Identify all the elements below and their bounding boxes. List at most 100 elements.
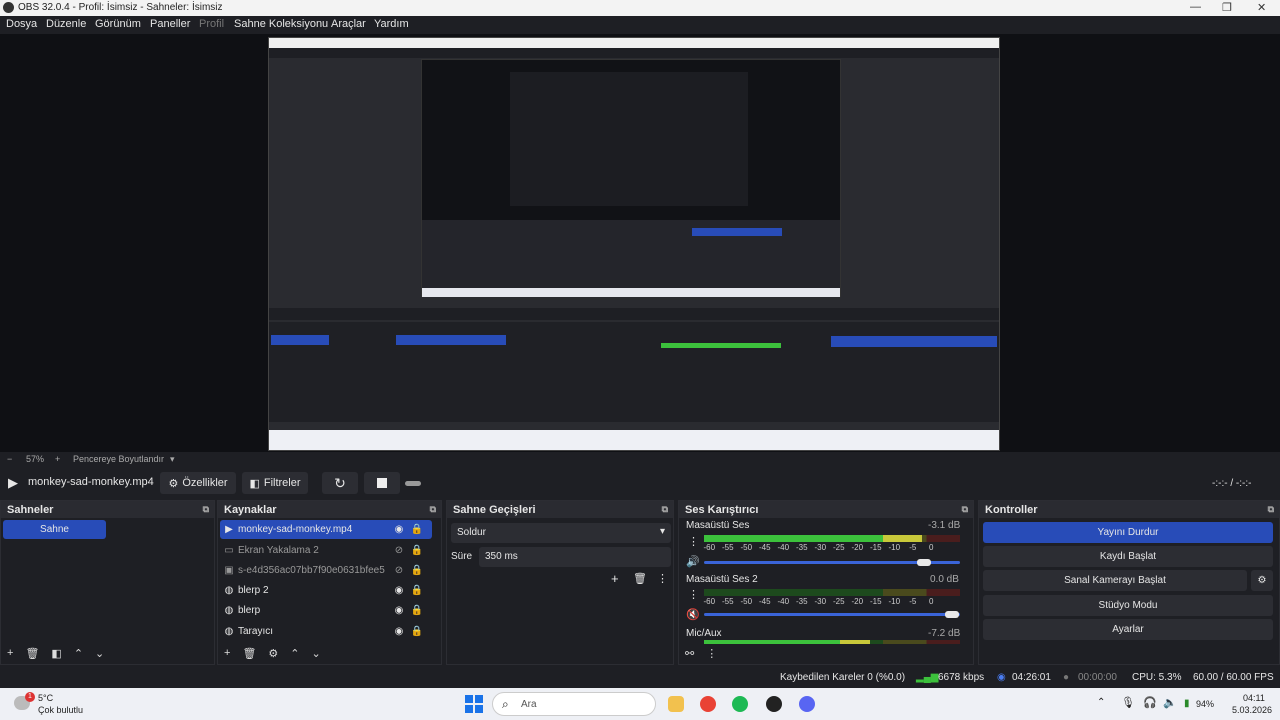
- duration-input[interactable]: 350 ms: [479, 547, 671, 567]
- properties-button[interactable]: ⚙ Özellikler: [160, 472, 236, 494]
- lock-icon[interactable]: 🔒: [408, 565, 426, 576]
- mic-icon[interactable]: 🎙: [1121, 696, 1135, 709]
- file-explorer-icon[interactable]: [668, 696, 684, 712]
- minimize-icon[interactable]: —: [1190, 1, 1201, 13]
- menu-dosya[interactable]: Dosya: [6, 18, 37, 30]
- scene-item[interactable]: Sahne: [3, 520, 106, 539]
- clock-date[interactable]: 5.03.2026: [1232, 705, 1272, 715]
- menu-paneller[interactable]: Paneller: [150, 18, 190, 30]
- chevron-down-icon[interactable]: ⌄: [312, 647, 321, 660]
- volume-slider[interactable]: [704, 611, 960, 618]
- menu-yardim[interactable]: Yardım: [374, 18, 409, 30]
- muted-icon[interactable]: 🔇: [686, 608, 700, 621]
- search-box[interactable]: ⌕ Ara: [492, 692, 656, 716]
- source-row[interactable]: ▶ monkey-sad-monkey.mp4 ◉ 🔒: [220, 520, 432, 539]
- popout-icon[interactable]: ⧉: [203, 504, 209, 515]
- chevron-up-icon[interactable]: ⌃: [1097, 697, 1105, 708]
- chevron-down-icon[interactable]: ▾: [170, 454, 175, 465]
- popout-icon[interactable]: ⧉: [962, 504, 968, 515]
- link-icon[interactable]: ⚯: [685, 647, 694, 660]
- battery-icon: ▮: [1184, 698, 1190, 709]
- volume-icon[interactable]: 🔊: [686, 555, 700, 568]
- spotify-icon[interactable]: [732, 696, 748, 712]
- trash-icon[interactable]: 🗑: [633, 572, 647, 585]
- zoom-mode-select[interactable]: Pencereye Boyutlandır: [73, 454, 164, 464]
- channel-name: Mic/Aux: [686, 628, 722, 639]
- stop-button[interactable]: [364, 472, 400, 494]
- scale-tick: -10: [888, 597, 901, 606]
- virtual-camera-settings-button[interactable]: ⚙: [1251, 570, 1273, 591]
- studio-mode-button[interactable]: Stüdyo Modu: [983, 595, 1273, 616]
- source-row[interactable]: ◍ blerp 2 ◉ 🔒: [220, 581, 432, 600]
- restart-button[interactable]: ↻: [322, 472, 358, 494]
- volume-knob[interactable]: [945, 611, 960, 618]
- filter-icon[interactable]: ◧: [51, 647, 61, 660]
- gear-icon[interactable]: ⚙: [268, 647, 278, 660]
- start-virtual-camera-button[interactable]: Sanal Kamerayı Başlat: [983, 570, 1247, 591]
- chevron-down-icon[interactable]: ⌄: [95, 647, 104, 660]
- source-row[interactable]: ▭ Ekran Yakalama 2 ⊘ 🔒: [220, 541, 432, 560]
- close-icon[interactable]: ✕: [1257, 1, 1266, 14]
- trash-icon[interactable]: 🗑: [242, 647, 256, 660]
- eye-icon[interactable]: ◉: [390, 524, 408, 535]
- volume-knob[interactable]: [917, 559, 932, 566]
- eye-off-icon[interactable]: ⊘: [390, 565, 408, 576]
- discord-icon[interactable]: [799, 696, 815, 712]
- sources-footer: + 🗑 ⚙ ⌃ ⌄: [224, 647, 321, 660]
- lock-icon[interactable]: 🔒: [408, 545, 426, 556]
- more-icon[interactable]: ⋮: [706, 647, 717, 660]
- meter-fill: [704, 640, 871, 644]
- eye-icon[interactable]: ◉: [390, 585, 408, 596]
- menu-duzenle[interactable]: Düzenle: [46, 18, 86, 30]
- eye-icon[interactable]: ◉: [390, 605, 408, 616]
- add-icon[interactable]: +: [7, 647, 13, 660]
- more-icon[interactable]: ⋮: [688, 588, 699, 601]
- chevron-up-icon[interactable]: ⌃: [74, 647, 83, 660]
- chrome-icon[interactable]: [700, 696, 716, 712]
- play-icon[interactable]: ▶: [8, 475, 18, 491]
- speaker-icon[interactable]: 🔈: [1163, 696, 1177, 709]
- lock-icon[interactable]: 🔒: [408, 585, 426, 596]
- add-icon[interactable]: +: [611, 571, 619, 586]
- menu-profil[interactable]: Profil: [199, 18, 224, 30]
- windows-start-icon[interactable]: [465, 695, 483, 713]
- maximize-icon[interactable]: ❐: [1222, 1, 1232, 14]
- stop-streaming-button[interactable]: Yayını Durdur: [983, 522, 1273, 543]
- lock-icon[interactable]: 🔒: [408, 626, 426, 637]
- volume-slider[interactable]: [704, 559, 960, 566]
- headset-icon[interactable]: 🎧: [1143, 696, 1157, 709]
- popout-icon[interactable]: ⧉: [662, 504, 668, 515]
- notification-badge: 1: [25, 692, 35, 702]
- add-icon[interactable]: +: [224, 647, 230, 660]
- transition-select[interactable]: Soldur ▾: [451, 523, 671, 543]
- zoom-out-button[interactable]: −: [7, 454, 12, 464]
- popout-icon[interactable]: ⧉: [1268, 504, 1274, 515]
- start-recording-button[interactable]: Kaydı Başlat: [983, 546, 1273, 567]
- scale-tick: -35: [795, 597, 808, 606]
- trash-icon[interactable]: 🗑: [25, 647, 39, 660]
- popout-icon[interactable]: ⧉: [430, 504, 436, 515]
- chevron-up-icon[interactable]: ⌃: [290, 647, 299, 660]
- eye-off-icon[interactable]: ⊘: [390, 545, 408, 556]
- filter-icon: ◧: [249, 477, 260, 490]
- source-row[interactable]: ◍ blerp ◉ 🔒: [220, 601, 432, 620]
- filters-button[interactable]: ◧ Filtreler: [242, 472, 308, 494]
- preview-screen-capture: [268, 37, 1000, 451]
- menu-araclar[interactable]: Araçlar: [331, 18, 366, 30]
- lock-icon[interactable]: 🔒: [408, 605, 426, 616]
- more-icon[interactable]: ⋮: [688, 535, 699, 548]
- more-icon[interactable]: ⋮: [657, 572, 668, 585]
- source-row[interactable]: ◍ Tarayıcı ◉ 🔒: [220, 622, 432, 641]
- lock-icon[interactable]: 🔒: [408, 524, 426, 535]
- menu-gorunum[interactable]: Görünüm: [95, 18, 141, 30]
- zoom-in-button[interactable]: +: [55, 454, 60, 464]
- dropped-frames: Kaybedilen Kareler 0 (%0.0): [780, 672, 906, 683]
- obs-icon[interactable]: [766, 696, 782, 712]
- source-row[interactable]: ▣ s-e4d356ac07bb7f90e0631bfee5 ⊘ 🔒: [220, 561, 432, 580]
- seek-slider[interactable]: [405, 481, 421, 486]
- eye-icon[interactable]: ◉: [390, 626, 408, 637]
- scale-tick: -25: [832, 543, 845, 552]
- clock-time[interactable]: 04:11: [1243, 693, 1265, 703]
- settings-button[interactable]: Ayarlar: [983, 619, 1273, 640]
- menu-sahne-koleksiyonu[interactable]: Sahne Koleksiyonu: [234, 18, 328, 30]
